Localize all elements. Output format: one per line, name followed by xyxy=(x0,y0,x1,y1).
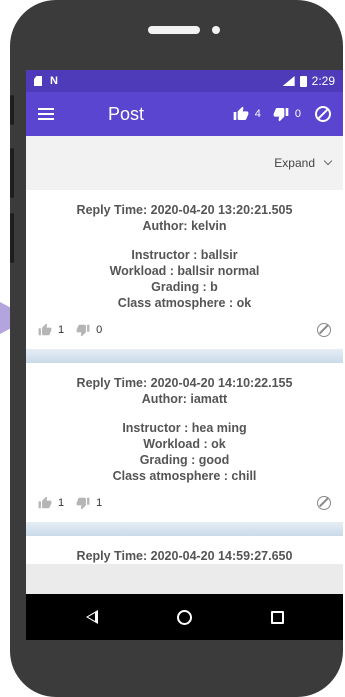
reply-card: Reply Time: 2020-04-20 14:59:27.650 xyxy=(26,536,343,564)
home-icon[interactable] xyxy=(176,609,192,625)
sd-card-icon xyxy=(34,76,42,86)
ban-icon[interactable] xyxy=(317,496,331,510)
post-dislike-count: 0 xyxy=(294,108,301,120)
reply-atmosphere: Class atmosphere : chill xyxy=(112,469,257,483)
reply-workload: Workload : ballsir normal xyxy=(109,264,260,278)
page-title: Post xyxy=(108,103,145,124)
signal-icon xyxy=(282,76,295,86)
reply-grading: Grading : good xyxy=(139,453,230,467)
reply-actions: 1 0 xyxy=(26,311,343,349)
reply-like-count: 1 xyxy=(58,497,65,509)
status-time: 2:29 xyxy=(311,74,335,88)
volume-up-button xyxy=(10,148,14,198)
card-separator xyxy=(26,522,343,536)
phone-screen: N 2:29 Post 4 0 Expand Reply Time: 2020-… xyxy=(26,70,343,640)
thumbs-up-icon[interactable] xyxy=(38,323,52,337)
reply-instructor: Instructor : ballsir xyxy=(131,248,238,262)
card-separator xyxy=(26,349,343,363)
reply-card: Reply Time: 2020-04-20 13:20:21.505 Auth… xyxy=(26,190,343,349)
recents-icon[interactable] xyxy=(270,610,284,624)
menu-icon[interactable] xyxy=(38,108,54,120)
reply-time: Reply Time: 2020-04-20 13:20:21.505 xyxy=(76,203,293,217)
front-camera xyxy=(212,26,220,34)
reply-like-count: 1 xyxy=(58,324,65,336)
thumbs-down-icon[interactable] xyxy=(76,323,90,337)
reply-time: Reply Time: 2020-04-20 14:10:22.155 xyxy=(76,376,293,390)
reply-atmosphere: Class atmosphere : ok xyxy=(117,296,252,310)
speaker-grille xyxy=(148,26,200,34)
expand-label[interactable]: Expand xyxy=(274,156,315,170)
notification-n-icon: N xyxy=(50,75,58,87)
thumbs-down-icon[interactable] xyxy=(76,496,90,510)
status-bar: N 2:29 xyxy=(26,70,343,92)
phone-frame: N 2:29 Post 4 0 Expand Reply Time: 2020-… xyxy=(10,0,343,697)
reply-grading: Grading : b xyxy=(151,280,218,294)
side-button xyxy=(10,95,14,125)
post-like-count: 4 xyxy=(254,108,261,120)
reply-instructor: Instructor : hea ming xyxy=(122,421,247,435)
reply-time: Reply Time: 2020-04-20 14:59:27.650 xyxy=(76,549,293,563)
reply-dislike-count: 0 xyxy=(96,324,103,336)
back-icon[interactable] xyxy=(85,610,98,624)
chevron-down-icon[interactable] xyxy=(323,156,333,166)
ban-icon[interactable] xyxy=(315,106,331,122)
app-bar: Post 4 0 xyxy=(26,92,343,136)
reply-workload: Workload : ok xyxy=(143,437,226,451)
expand-row[interactable]: Expand xyxy=(26,136,343,190)
ban-icon[interactable] xyxy=(317,323,331,337)
reply-list[interactable]: Expand Reply Time: 2020-04-20 13:20:21.5… xyxy=(26,136,343,594)
thumbs-up-icon[interactable] xyxy=(38,496,52,510)
system-nav-bar xyxy=(26,594,343,640)
thumbs-down-icon[interactable] xyxy=(273,106,289,122)
reply-card: Reply Time: 2020-04-20 14:10:22.155 Auth… xyxy=(26,363,343,522)
reply-author: Author: iamatt xyxy=(141,392,228,406)
thumbs-up-icon[interactable] xyxy=(233,106,249,122)
reply-author: Author: kelvin xyxy=(142,219,227,233)
volume-down-button xyxy=(10,213,14,263)
reply-actions: 1 1 xyxy=(26,484,343,522)
battery-icon xyxy=(299,75,307,87)
reply-dislike-count: 1 xyxy=(96,497,103,509)
